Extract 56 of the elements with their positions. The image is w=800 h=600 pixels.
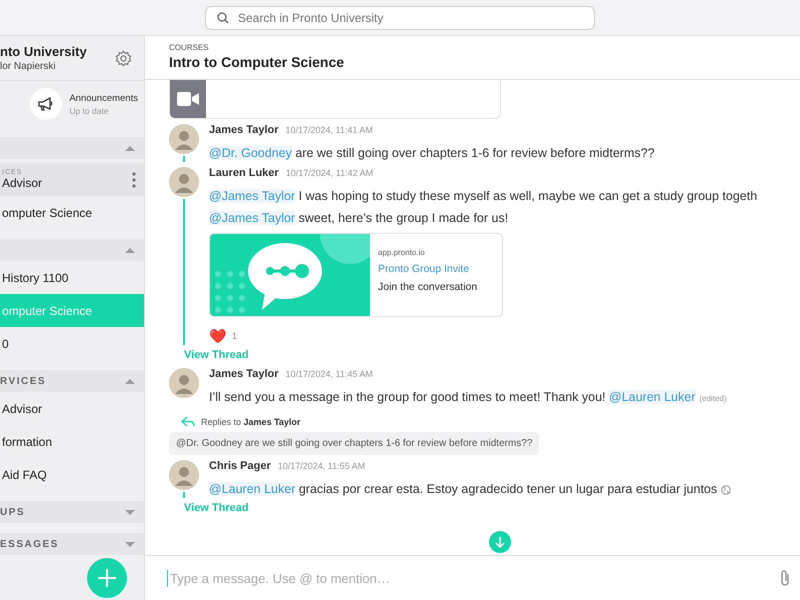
heart-reaction[interactable]: ❤: [209, 328, 226, 344]
workspace-name: nto University: [0, 44, 87, 59]
caret-icon: [124, 376, 136, 386]
user-name: lor Napierski: [0, 61, 57, 72]
arrow-down-icon: [495, 536, 505, 548]
reaction-count: 1: [232, 331, 238, 341]
sidebar-item[interactable]: omputer Science: [0, 196, 144, 229]
avatar-silhouette: [169, 124, 199, 154]
paperclip-icon[interactable]: [780, 569, 790, 587]
sidebar-item[interactable]: Advisor: [0, 392, 144, 425]
timestamp: 10/17/2024, 11:41 AM: [286, 125, 373, 135]
timestamp: 10/17/2024, 11:55 AM: [278, 461, 366, 471]
message-text: @Lauren Luker gracias por crear esta. Estoy agradecido tener un lugar para estudiar juntos: [209, 480, 800, 498]
caret-icon: [124, 540, 136, 548]
settings-icon[interactable]: [115, 50, 132, 66]
sidebar-item[interactable]: formation: [0, 425, 144, 458]
megaphone-icon[interactable]: [38, 97, 54, 111]
section-header[interactable]: UPS: [0, 501, 144, 523]
author-name: Lauren Luker: [209, 167, 279, 179]
author-name: James Taylor: [209, 124, 279, 136]
video-camera-icon: [177, 92, 199, 106]
caret-icon: [124, 144, 136, 152]
search-icon: [217, 12, 229, 24]
quoted-message: @Dr. Goodney are we still going over chapters 1-6 for review before midterms??: [169, 432, 540, 455]
preview-domain: app.pronto.io: [378, 248, 426, 257]
sidebar-item[interactable]: History 1100: [0, 261, 144, 294]
timestamp: 10/17/2024, 11:45 AM: [286, 369, 373, 379]
author-name: James Taylor: [209, 368, 279, 380]
reply-label: Replies to James Taylor: [201, 416, 300, 426]
message-text: @Dr. Goodney are we still going over chapters 1-6 for review before midterms??: [209, 145, 656, 162]
timestamp: 10/17/2024, 11:42 AM: [286, 168, 374, 178]
link-preview-card[interactable]: app.pronto.io Pronto Group Invite Join the conversation: [209, 233, 503, 317]
avatar-silhouette: [169, 368, 199, 398]
author-name: Chris Pager: [209, 460, 271, 472]
more-icon[interactable]: [132, 172, 136, 188]
caret-icon: [124, 508, 136, 516]
announcements-title[interactable]: Announcements: [69, 92, 138, 104]
section-header[interactable]: ESSAGES: [0, 533, 144, 555]
sidebar-item[interactable]: Aid FAQ: [0, 458, 144, 491]
sidebar-item[interactable]: 0: [0, 327, 144, 360]
plus-icon: [97, 568, 117, 588]
avatar-silhouette: [169, 167, 199, 197]
reply-icon: [181, 416, 195, 427]
search-field[interactable]: Search in Pronto University: [205, 6, 595, 30]
message-text: I’ll send you a message in the group for good times to meet! Thank you! @Lauren Luker (edited): [209, 389, 728, 406]
scroll-down-button[interactable]: [489, 531, 511, 553]
preview-description: Join the conversation: [378, 281, 478, 293]
section-header[interactable]: RVICES: [0, 370, 144, 392]
caret-icon: [124, 246, 136, 254]
new-chat-button[interactable]: [87, 558, 127, 598]
message-text: @James Taylor I was hoping to study these myself as well, maybe we can get a study group togeth: [209, 188, 758, 205]
avatar-silhouette: [169, 460, 199, 490]
message-text: @James Taylor sweet, here’s the group I made for us!: [209, 210, 510, 227]
channel-title: Intro to Computer Science: [169, 54, 346, 70]
announcements-status: Up to date: [69, 106, 110, 116]
channel-category: COURSES: [169, 43, 210, 52]
